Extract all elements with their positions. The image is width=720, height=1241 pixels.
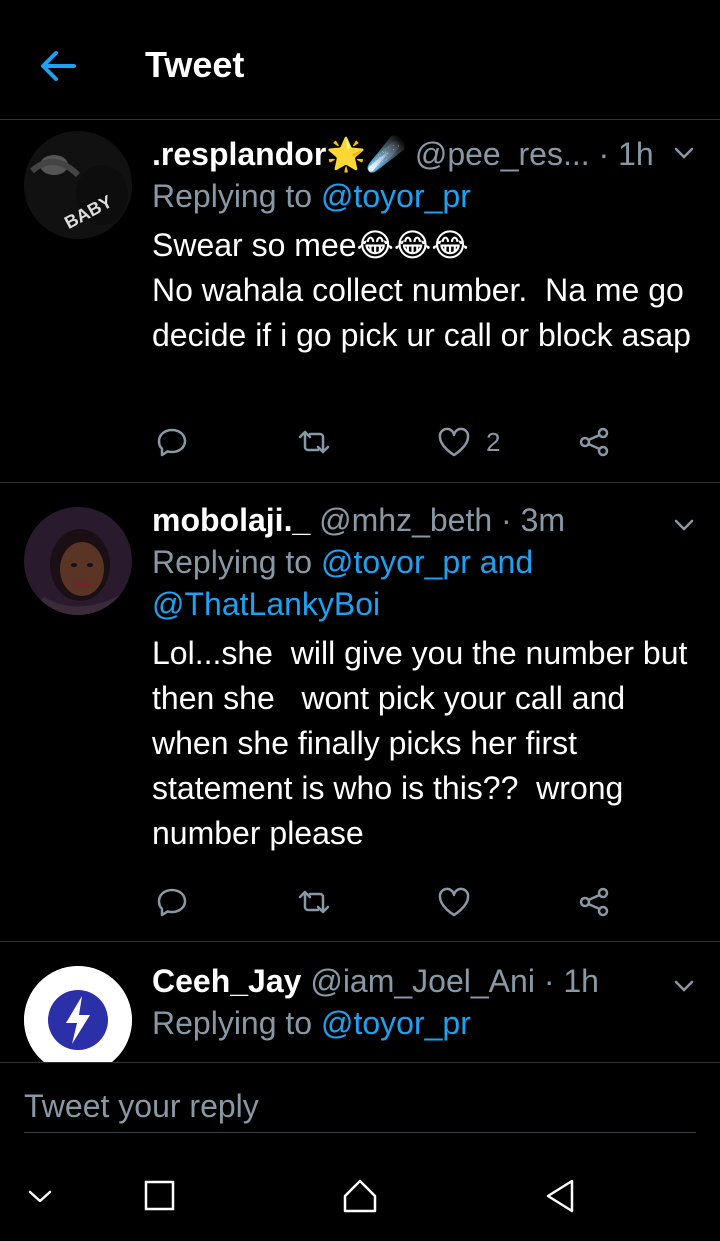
timestamp: · 1h (543, 963, 599, 999)
like-button[interactable]: 2 (436, 419, 500, 465)
replying-to: Replying to @toyor_pr (152, 1002, 700, 1044)
tweet-menu-button[interactable] (670, 972, 698, 1000)
tweet-body: Ceeh_Jay @iam_Joel_Ani · 1h Replying to … (152, 960, 700, 1044)
avatar-image: BABY (24, 131, 132, 239)
system-nav-bar (0, 1152, 720, 1241)
share-icon (579, 887, 609, 917)
mention-link[interactable]: @ThatLankyBoi (152, 586, 380, 622)
tweet-text: Swear so mee😂😂😂⁣ No wahala collect numbe… (152, 227, 691, 353)
reply-composer (0, 1062, 720, 1152)
nav-back-icon (546, 1179, 574, 1213)
user-handle[interactable]: @mhz_beth (319, 502, 492, 538)
avatar-image (24, 507, 132, 615)
tweet[interactable]: BABY .resplandor🌟☄️ @pee_res... · 1h Rep… (0, 121, 720, 483)
reply-button[interactable] (154, 419, 190, 465)
caret-down-icon (674, 519, 694, 531)
replying-to-extra: @ThatLankyBoi (152, 583, 700, 625)
tweet[interactable]: mobolaji._ @mhz_beth · 3m Replying to @t… (0, 483, 720, 942)
tweet-body: mobolaji._ @mhz_beth · 3m Replying to @t… (152, 499, 700, 856)
reply-input[interactable] (24, 1081, 696, 1133)
tweet-menu-button[interactable] (670, 511, 698, 539)
replying-label: Replying to (152, 544, 321, 580)
tweet-menu-button[interactable] (670, 139, 698, 167)
top-app-bar: Tweet (0, 0, 720, 120)
retweet-icon (298, 430, 330, 454)
mention-link[interactable]: @toyor_pr and (321, 544, 533, 580)
share-button[interactable] (576, 419, 612, 465)
share-button[interactable] (576, 879, 612, 925)
page-title: Tweet (145, 44, 245, 85)
retweet-icon (298, 890, 330, 914)
like-button[interactable] (436, 879, 472, 925)
tweet-header: .resplandor🌟☄️ @pee_res... · 1h (152, 133, 700, 175)
mention-link[interactable]: @toyor_pr (321, 178, 471, 214)
replying-label: Replying to (152, 178, 321, 214)
caret-down-icon (674, 147, 694, 159)
lightning-logo-icon (24, 966, 132, 1062)
reply-button[interactable] (154, 879, 190, 925)
reply-icon (157, 428, 187, 457)
retweet-button[interactable] (296, 879, 332, 925)
user-handle[interactable]: @iam_Joel_Ani (310, 963, 535, 999)
timestamp: · 1h (598, 136, 654, 172)
tweet-actions (152, 879, 632, 925)
tweet-header: mobolaji._ @mhz_beth · 3m (152, 499, 700, 541)
replying-to: Replying to @toyor_pr (152, 175, 700, 217)
back-arrow-icon (41, 51, 76, 81)
display-name[interactable]: .resplandor🌟☄️ (152, 136, 406, 172)
tweet[interactable]: Ceeh_Jay @iam_Joel_Ani · 1h Replying to … (0, 942, 720, 1062)
share-icon (579, 427, 609, 457)
nav-back-button[interactable] (534, 1170, 586, 1222)
nav-home-icon (343, 1179, 377, 1213)
nav-recents-button[interactable] (134, 1170, 186, 1222)
replying-label: Replying to (152, 1005, 321, 1041)
replying-to: Replying to @toyor_pr and (152, 541, 700, 583)
nav-collapse-icon (28, 1190, 52, 1203)
mention-link[interactable]: @toyor_pr (321, 1005, 471, 1041)
nav-collapse-button[interactable] (14, 1170, 66, 1222)
retweet-button[interactable] (296, 419, 332, 465)
tweet-actions: 2 (152, 419, 632, 465)
user-handle[interactable]: @pee_res... (415, 136, 590, 172)
display-name[interactable]: Ceeh_Jay (152, 963, 301, 999)
display-name[interactable]: mobolaji._ (152, 502, 310, 538)
tweet-body: .resplandor🌟☄️ @pee_res... · 1h Replying… (152, 133, 700, 358)
avatar[interactable]: BABY (24, 131, 132, 239)
nav-recents-icon (144, 1180, 175, 1211)
back-button[interactable] (34, 42, 82, 90)
tweet-text: Lol...she will give you the number but t… (152, 635, 697, 851)
avatar[interactable] (24, 966, 132, 1062)
reply-icon (157, 888, 187, 917)
timestamp: · 3m (501, 502, 566, 538)
nav-home-button[interactable] (334, 1170, 386, 1222)
tweet-header: Ceeh_Jay @iam_Joel_Ani · 1h (152, 960, 700, 1002)
caret-down-icon (674, 980, 694, 992)
avatar[interactable] (24, 507, 132, 615)
like-icon (438, 427, 470, 457)
like-icon (438, 887, 470, 917)
like-count: 2 (486, 426, 501, 457)
